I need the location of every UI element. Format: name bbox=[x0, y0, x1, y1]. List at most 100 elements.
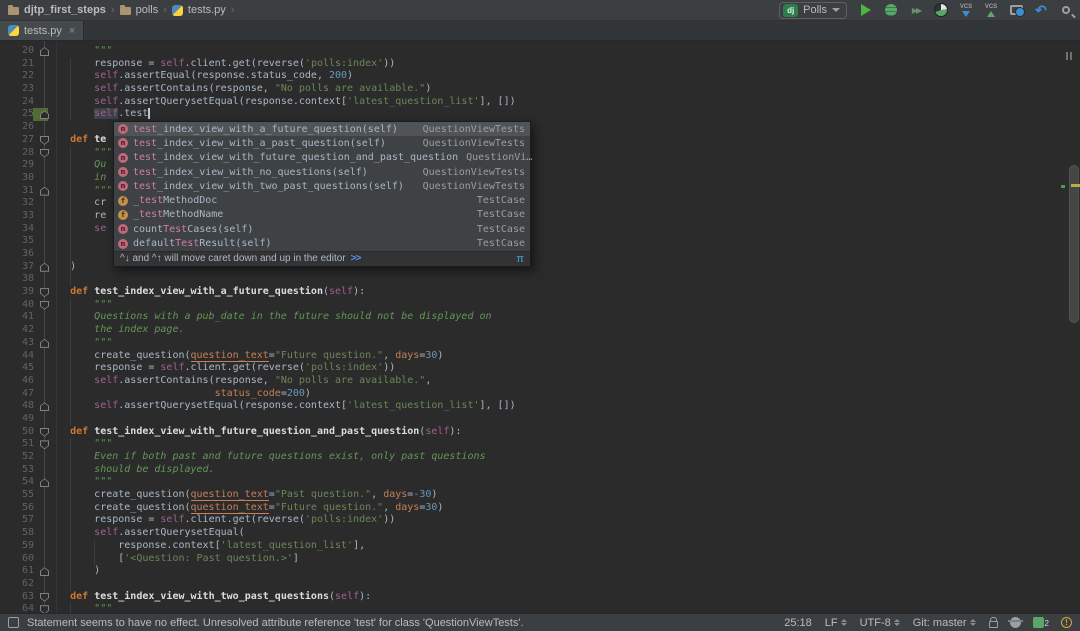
code-line[interactable]: """ bbox=[46, 337, 516, 350]
line-number: 56 bbox=[21, 501, 34, 513]
code-line[interactable]: def test_index_view_with_two_past_questi… bbox=[46, 591, 516, 604]
close-icon[interactable]: × bbox=[69, 25, 75, 37]
code-line[interactable]: the index page. bbox=[46, 324, 516, 337]
line-number: 27 bbox=[21, 133, 34, 145]
code-line[interactable]: Even if both past and future questions e… bbox=[46, 451, 516, 464]
code-line[interactable]: self.assertEqual(response.status_code, 2… bbox=[46, 70, 516, 83]
text-caret bbox=[148, 108, 151, 120]
code-line[interactable]: create_question(question_text="Future qu… bbox=[46, 349, 516, 363]
code-line[interactable] bbox=[46, 413, 516, 426]
line-number: 61 bbox=[21, 565, 34, 577]
completion-name: test_index_view_with_future_question_and… bbox=[133, 152, 459, 164]
git-branch-widget[interactable]: Git: master bbox=[913, 617, 976, 629]
line-number: 22 bbox=[21, 70, 34, 82]
pycharm-window: djtp_first_steps › polls › tests.py › dj… bbox=[0, 0, 1080, 631]
code-line[interactable]: create_question(question_text="Future qu… bbox=[46, 501, 516, 515]
inspections-profile-icon[interactable] bbox=[1007, 617, 1023, 628]
code-line[interactable]: Questions with a pub_date in the future … bbox=[46, 311, 516, 324]
line-number: 25 bbox=[21, 108, 34, 120]
window-icon[interactable] bbox=[8, 617, 19, 628]
code-line[interactable]: ) bbox=[46, 565, 516, 578]
line-number-gutter: 20 21 22 23 24 25 26 27 28 29 30 31 32 33 34 35 36 37 38 39… bbox=[0, 45, 34, 613]
line-number: 37 bbox=[21, 260, 34, 272]
code-line[interactable]: """ bbox=[46, 603, 516, 613]
code-line[interactable]: create_question(question_text="Past ques… bbox=[46, 489, 516, 502]
code-line[interactable]: """ bbox=[46, 438, 516, 451]
completion-item[interactable]: m test_index_view_with_a_future_question(… bbox=[114, 122, 530, 137]
breadcrumb-file[interactable]: tests.py bbox=[171, 4, 226, 16]
warning-stripe-mark[interactable] bbox=[1071, 184, 1080, 187]
run-icon[interactable] bbox=[858, 2, 874, 19]
completion-item[interactable]: m test_index_view_with_a_past_question(se… bbox=[114, 136, 530, 150]
completion-item[interactable]: m test_index_view_with_no_questions(self)… bbox=[114, 165, 530, 179]
completion-origin-class: QuestionVi… bbox=[466, 152, 533, 164]
code-line[interactable]: """ bbox=[46, 476, 516, 489]
breadcrumb-file-label: tests.py bbox=[187, 4, 226, 16]
code-line[interactable]: response.context['latest_question_list']… bbox=[46, 540, 516, 553]
completion-item[interactable]: m test_index_view_with_two_past_questions… bbox=[114, 179, 530, 193]
hint-more-link[interactable]: >> bbox=[351, 253, 362, 264]
completion-name: test_index_view_with_two_past_questions(… bbox=[133, 180, 404, 192]
code-line[interactable]: def test_index_view_with_future_question… bbox=[46, 426, 516, 439]
completion-name: countTestCases(self) bbox=[133, 223, 254, 235]
line-number: 40 bbox=[21, 298, 34, 310]
scrollbar-thumb[interactable] bbox=[1069, 165, 1079, 323]
code-line[interactable]: response = self.client.get(reverse('poll… bbox=[46, 514, 516, 527]
search-everywhere-icon[interactable] bbox=[1058, 2, 1074, 19]
code-line[interactable]: def test_index_view_with_a_future_questi… bbox=[46, 286, 516, 299]
completion-origin-class: TestCase bbox=[476, 223, 525, 235]
line-number: 48 bbox=[21, 400, 34, 412]
code-line[interactable]: self.test bbox=[46, 108, 516, 121]
code-line[interactable]: """ bbox=[46, 299, 516, 312]
code-line[interactable]: response = self.client.get(reverse('poll… bbox=[46, 362, 516, 375]
completion-origin-class: TestCase bbox=[476, 209, 525, 221]
code-line[interactable]: self.assertQuerysetEqual( bbox=[46, 527, 516, 540]
code-line[interactable]: should be displayed. bbox=[46, 464, 516, 477]
coverage-icon[interactable]: ▶▶ bbox=[908, 2, 924, 19]
code-line[interactable]: self.assertQuerysetEqual(response.contex… bbox=[46, 400, 515, 413]
run-configuration-select[interactable]: dj Polls bbox=[779, 1, 847, 19]
completion-item[interactable]: m countTestCases(self) TestCase bbox=[114, 222, 530, 236]
line-number: 50 bbox=[21, 425, 34, 437]
completion-name: test_index_view_with_a_future_question(s… bbox=[133, 123, 398, 135]
breadcrumb-separator: › bbox=[230, 4, 235, 16]
lock-icon[interactable] bbox=[988, 617, 998, 628]
code-line[interactable] bbox=[46, 273, 516, 286]
completion-item[interactable]: m test_index_view_with_future_question_an… bbox=[114, 151, 533, 165]
caret-position-widget[interactable]: 25:18 bbox=[784, 617, 812, 629]
local-history-icon[interactable] bbox=[1008, 2, 1025, 19]
completion-item[interactable]: f _testMethodDoc TestCase bbox=[114, 193, 530, 207]
updown-icon bbox=[893, 619, 900, 626]
code-line[interactable]: ['<Question: Past question.>'] bbox=[46, 553, 516, 566]
vcs-commit-icon[interactable]: VCS bbox=[983, 2, 999, 19]
debug-icon[interactable] bbox=[883, 2, 899, 19]
rollback-icon[interactable]: ↶ bbox=[1033, 2, 1049, 19]
completion-item[interactable]: m defaultTestResult(self) TestCase bbox=[114, 236, 530, 250]
code-editor[interactable]: 20 21 22 23 24 25 26 27 28 29 30 31 32 33 34 35 36 37 38 39… bbox=[0, 41, 1080, 613]
breadcrumb-folder[interactable]: polls bbox=[119, 4, 158, 16]
breadcrumb-project[interactable]: djtp_first_steps bbox=[8, 4, 106, 16]
completion-item[interactable]: f _testMethodName TestCase bbox=[114, 208, 530, 222]
hint-text: ^↓ and ^↑ will move caret down and up in… bbox=[120, 253, 346, 265]
notifications-icon[interactable]: 2 bbox=[1032, 617, 1049, 628]
event-alert-icon[interactable]: ! bbox=[1061, 617, 1072, 628]
code-line[interactable]: """ bbox=[46, 45, 516, 58]
code-line[interactable] bbox=[46, 578, 516, 591]
completion-name: _testMethodDoc bbox=[133, 195, 218, 207]
concurrency-diagram-icon[interactable] bbox=[933, 2, 949, 19]
code-line[interactable]: response = self.client.get(reverse('poll… bbox=[46, 58, 516, 71]
code-line[interactable]: self.assertQuerysetEqual(response.contex… bbox=[46, 96, 515, 109]
tab-tests-py[interactable]: tests.py × bbox=[0, 21, 85, 40]
vcs-update-icon[interactable]: VCS bbox=[958, 2, 974, 19]
line-number: 33 bbox=[21, 209, 34, 221]
inspection-message: Statement seems to have no effect. Unres… bbox=[27, 616, 524, 629]
line-number: 60 bbox=[21, 552, 34, 564]
pi-icon: π bbox=[516, 252, 524, 265]
code-line[interactable]: self.assertContains(response, "No polls … bbox=[46, 83, 516, 96]
code-line[interactable]: status_code=200) bbox=[46, 388, 516, 401]
code-completion-popup: m test_index_view_with_a_future_question(… bbox=[113, 121, 533, 267]
line-number: 23 bbox=[21, 83, 34, 95]
code-line[interactable]: self.assertContains(response, "No polls … bbox=[46, 375, 516, 388]
encoding-widget[interactable]: UTF-8 bbox=[860, 617, 900, 629]
line-ending-widget[interactable]: LF bbox=[825, 617, 847, 629]
